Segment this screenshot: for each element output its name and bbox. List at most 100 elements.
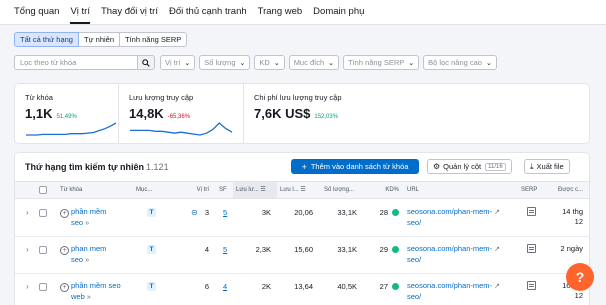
expand-row-icon[interactable]: › xyxy=(26,282,29,291)
advanced-filters-dropdown[interactable]: Bộ lọc nâng cao ⌄ xyxy=(423,55,497,70)
header-traffic[interactable]: Lưu lư... ☰ xyxy=(233,182,277,198)
volume-dropdown[interactable]: Số lượng ⌄ xyxy=(199,55,251,70)
serp-snapshot-icon[interactable] xyxy=(527,244,536,253)
add-to-keyword-list-button[interactable]: + Thêm vào danh sách từ khóa xyxy=(291,159,419,174)
ranking-type-switch: Tất cả thứ hạng Tự nhiên Tính năng SERP xyxy=(14,32,188,47)
kd-number: 28 xyxy=(379,208,388,217)
double-chevron-icon: » xyxy=(86,294,91,301)
traffic-percent-value: 15,60 xyxy=(294,245,313,254)
keyword-text: phần mềm xyxy=(71,207,107,216)
subtab-organic[interactable]: Tự nhiên xyxy=(77,32,121,47)
serp-snapshot-icon[interactable] xyxy=(527,207,536,216)
expand-row-icon[interactable]: › xyxy=(26,208,29,217)
header-serp[interactable]: SERP xyxy=(521,182,543,198)
serp-features-count[interactable]: 5 xyxy=(223,245,227,254)
position-dropdown-label: Vị trí xyxy=(165,58,181,67)
row-checkbox[interactable] xyxy=(39,246,47,254)
keyword-text-continued: web xyxy=(71,292,85,301)
serp-snapshot-icon[interactable] xyxy=(527,281,536,290)
header-keyword[interactable]: Từ khóa xyxy=(60,182,130,198)
header-kd[interactable]: KD% xyxy=(367,182,399,198)
header-traffic-percent[interactable]: Lưu l... ☰ xyxy=(277,182,321,198)
add-keyword-icon[interactable]: + xyxy=(60,209,69,218)
url-link[interactable]: seosona.com/phan-mem- ↗ seo/ xyxy=(407,244,500,265)
tab-overview[interactable]: Tổng quan xyxy=(14,6,59,24)
position-value: 6 xyxy=(204,282,209,291)
intent-badge: T xyxy=(147,245,156,254)
sort-icon: ☰ xyxy=(300,187,306,193)
tab-positions[interactable]: Vị trí xyxy=(70,6,90,24)
header-updated[interactable]: Được c... xyxy=(545,182,583,198)
double-chevron-icon: » xyxy=(85,220,90,227)
intent-badge: T xyxy=(147,282,156,291)
expand-row-icon[interactable]: › xyxy=(26,245,29,254)
export-button[interactable]: ⤓ Xuất file xyxy=(524,159,570,174)
keyword-link[interactable]: + phần mềm seo web » xyxy=(60,281,121,303)
external-link-icon[interactable]: ↗ xyxy=(494,283,500,290)
keyword-link[interactable]: + phan mem seo » xyxy=(60,244,106,266)
panel-title-text: Thứ hạng tìm kiếm tự nhiên xyxy=(25,162,145,172)
traffic-percent-value: 13,64 xyxy=(294,282,313,291)
header-traffic-percent-label: Lưu l... xyxy=(280,187,299,193)
tab-competitors[interactable]: Đối thủ cạnh tranh xyxy=(169,6,247,24)
tab-position-changes[interactable]: Thay đổi vị trí xyxy=(101,6,158,24)
tab-pages[interactable]: Trang web xyxy=(258,6,303,24)
header-sf[interactable]: SF xyxy=(219,182,233,198)
traffic-trend-sparkline xyxy=(130,122,233,136)
select-all-checkbox[interactable] xyxy=(39,186,47,194)
subtab-all-rankings[interactable]: Tất cả thứ hạng xyxy=(14,32,79,47)
chevron-down-icon: ⌄ xyxy=(485,59,492,67)
stat-label: Từ khóa xyxy=(25,93,53,102)
position-value: 4 xyxy=(204,245,209,254)
updated-text-continued: 12 xyxy=(574,217,583,226)
kd-difficulty-dot xyxy=(392,283,399,290)
chevron-down-icon: ⌄ xyxy=(184,59,191,67)
help-button[interactable]: ? xyxy=(566,263,594,291)
header-intent[interactable]: Mục... xyxy=(136,182,168,198)
stat-change: 51,49% xyxy=(56,114,77,120)
sort-desc-icon: ☰ xyxy=(260,187,266,193)
gear-icon: ⚙ xyxy=(433,162,441,171)
manage-columns-button[interactable]: ⚙ Quản lý cột 11/16 xyxy=(427,159,512,174)
row-checkbox[interactable] xyxy=(39,209,47,217)
stat-label: Chi phí lưu lượng truy cập xyxy=(254,93,342,102)
intent-dropdown[interactable]: Mục đích ⌄ xyxy=(288,55,339,70)
stat-change: 152,03% xyxy=(314,114,339,120)
url-text-continued: seo/ xyxy=(407,255,422,264)
add-keyword-icon[interactable]: + xyxy=(60,246,69,255)
serp-features-count[interactable]: 4 xyxy=(223,282,227,291)
url-link[interactable]: seosona.com/phan-mem- ↗ seo/ xyxy=(407,207,500,228)
position-dropdown[interactable]: Vị trí ⌄ xyxy=(160,55,196,70)
keyword-link[interactable]: + phần mềm seo » xyxy=(60,207,106,229)
keyword-text: phần mềm seo xyxy=(71,281,121,290)
export-icon: ⤓ xyxy=(530,161,534,171)
table-row: › + phần mềm seo » T ⊝ 3 5 3K 20,06 33,1K… xyxy=(15,200,589,237)
add-keyword-icon[interactable]: + xyxy=(60,283,69,292)
organic-rankings-panel: Thứ hạng tìm kiếm tự nhiên 1.121 + Thêm và… xyxy=(14,152,590,305)
advanced-filters-dropdown-label: Bộ lọc nâng cao xyxy=(428,58,482,67)
plus-icon: + xyxy=(301,161,307,172)
volume-value: 33,1K xyxy=(337,245,357,254)
serp-features-count[interactable]: 5 xyxy=(223,208,227,217)
subtab-serp-features[interactable]: Tính năng SERP xyxy=(119,32,188,47)
row-checkbox[interactable] xyxy=(39,283,47,291)
chevron-down-icon: ⌄ xyxy=(239,59,246,67)
kd-dropdown[interactable]: KD ⌄ xyxy=(254,55,285,70)
keyword-filter-input[interactable] xyxy=(14,55,138,70)
search-button[interactable] xyxy=(138,55,155,70)
updated-date: 14 thg 12 xyxy=(547,207,583,227)
header-url[interactable]: URL xyxy=(407,182,447,198)
updated-text: 14 thg xyxy=(562,207,583,216)
stat-value: 7,6K US$ xyxy=(254,106,311,121)
header-volume[interactable]: Số lượng... xyxy=(321,182,367,198)
panel-title: Thứ hạng tìm kiếm tự nhiên 1.121 xyxy=(25,162,169,172)
header-traffic-label: Lưu lư... xyxy=(236,187,259,193)
header-position[interactable]: Vị trí xyxy=(181,182,209,198)
serp-features-dropdown[interactable]: Tính năng SERP ⌄ xyxy=(343,55,420,70)
kd-number: 27 xyxy=(379,282,388,291)
external-link-icon[interactable]: ↗ xyxy=(494,246,500,253)
sparkline-path xyxy=(130,122,233,136)
tab-subdomains[interactable]: Domain phụ xyxy=(313,6,364,24)
external-link-icon[interactable]: ↗ xyxy=(494,209,500,216)
url-link[interactable]: seosona.com/phan-mem- ↗ seo/ xyxy=(407,281,500,302)
